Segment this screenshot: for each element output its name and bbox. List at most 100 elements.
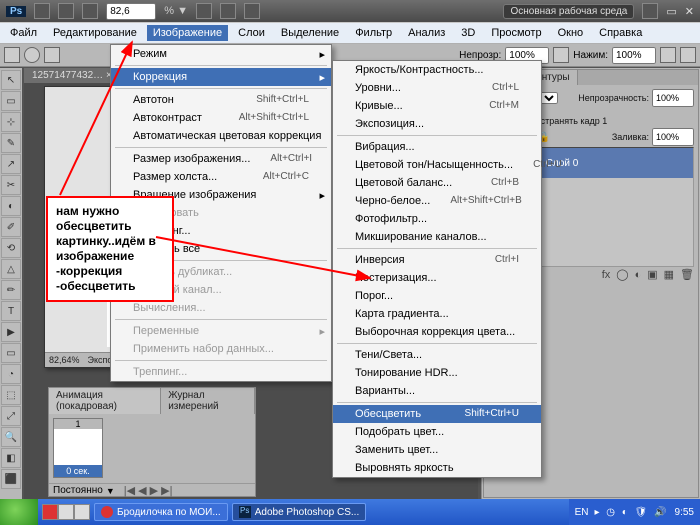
menuitem[interactable]: Размер холста...Alt+Ctrl+C <box>111 168 331 186</box>
airbrush-icon[interactable] <box>660 47 676 63</box>
menuitem[interactable]: АвтоконтрастAlt+Shift+Ctrl+L <box>111 109 331 127</box>
tab-animation[interactable]: Анимация (покадровая) <box>49 388 161 414</box>
tool-0[interactable]: ↖ <box>1 70 21 90</box>
menuitem[interactable]: Размер изображения...Alt+Ctrl+I <box>111 150 331 168</box>
menu-Файл[interactable]: Файл <box>4 25 43 41</box>
brush-preset-icon[interactable] <box>44 47 60 63</box>
tool-18[interactable]: ◧ <box>1 448 21 468</box>
menuitem[interactable]: Коррекция <box>111 68 331 86</box>
view-extras-icon[interactable] <box>82 3 98 19</box>
ql-1[interactable] <box>42 504 58 520</box>
close-icon[interactable]: ✕ <box>685 5 694 18</box>
workspace-pill[interactable]: Основная рабочая среда <box>503 4 634 19</box>
tool-5[interactable]: ✂ <box>1 175 21 195</box>
menu-Анализ[interactable]: Анализ <box>402 25 451 41</box>
tool-4[interactable]: ↗ <box>1 154 21 174</box>
fx-icon[interactable]: fx <box>602 269 611 281</box>
menuitem[interactable]: Экспозиция... <box>333 115 541 133</box>
menuitem[interactable]: АвтотонShift+Ctrl+L <box>111 91 331 109</box>
tool-preset-icon[interactable] <box>4 47 20 63</box>
menuitem[interactable]: Порог... <box>333 287 541 305</box>
tool-13[interactable]: ▭ <box>1 343 21 363</box>
menuitem[interactable]: Микширование каналов... <box>333 228 541 246</box>
tool-12[interactable]: ▶ <box>1 322 21 342</box>
menuitem[interactable]: Подобрать цвет... <box>333 423 541 441</box>
lang-icon[interactable]: EN <box>575 507 589 518</box>
menu-Справка[interactable]: Справка <box>593 25 648 41</box>
menu-Окно[interactable]: Окно <box>552 25 590 41</box>
playback-controls[interactable]: |◀ ◀ ▶ ▶| <box>124 484 173 497</box>
min-icon[interactable]: ▭ <box>666 5 676 18</box>
mask-icon[interactable]: ◯ <box>616 268 628 281</box>
menu-Редактирование[interactable]: Редактирование <box>47 25 143 41</box>
tool-9[interactable]: △ <box>1 259 21 279</box>
tool-19[interactable]: ⬛ <box>1 469 21 489</box>
new-layer-icon[interactable]: ▦ <box>664 268 674 281</box>
menuitem[interactable]: Кривые...Ctrl+M <box>333 97 541 115</box>
menuitem[interactable]: Черно-белое...Alt+Shift+Ctrl+B <box>333 192 541 210</box>
menuitem[interactable]: Уровни...Ctrl+L <box>333 79 541 97</box>
tool-7[interactable]: ✐ <box>1 217 21 237</box>
task-photoshop[interactable]: PsAdobe Photoshop CS... <box>232 503 367 521</box>
folder-icon[interactable]: ▣ <box>647 268 657 281</box>
start-button[interactable] <box>0 499 38 525</box>
menuitem[interactable]: Заменить цвет... <box>333 441 541 459</box>
menuitem[interactable]: Автоматическая цветовая коррекцияShift+C… <box>111 127 331 145</box>
brush-icon[interactable] <box>24 47 40 63</box>
menuitem[interactable]: Выровнять яркость <box>333 459 541 477</box>
tool-11[interactable]: T <box>1 301 21 321</box>
arrange-icon[interactable] <box>220 3 236 19</box>
menuitem[interactable]: Выборочная коррекция цвета... <box>333 323 541 341</box>
menuitem[interactable]: Яркость/Контрастность... <box>333 61 541 79</box>
menuitem[interactable]: Тонирование HDR... <box>333 364 541 382</box>
tool-14[interactable]: ◔ <box>1 364 21 384</box>
menuitem[interactable]: ОбесцветитьShift+Ctrl+U <box>333 405 541 423</box>
trash-icon[interactable]: 🗑 <box>680 268 694 281</box>
menuitem[interactable]: Тени/Света... <box>333 346 541 364</box>
zoom-level[interactable]: 82,64% <box>49 355 80 365</box>
tool-10[interactable]: ✏ <box>1 280 21 300</box>
tool-2[interactable]: ⊹ <box>1 112 21 132</box>
tool-17[interactable]: 🔍 <box>1 427 21 447</box>
menuitem[interactable]: Цветовой баланс...Ctrl+B <box>333 174 541 192</box>
pressure-size-icon[interactable] <box>680 47 696 63</box>
tool-3[interactable]: ✎ <box>1 133 21 153</box>
ql-3[interactable] <box>74 504 90 520</box>
screenmode-icon[interactable] <box>244 3 260 19</box>
menuitem[interactable]: Режим <box>111 45 331 63</box>
menu-Фильтр[interactable]: Фильтр <box>349 25 398 41</box>
menuitem[interactable]: Постеризация... <box>333 269 541 287</box>
task-opera[interactable]: Бродилочка по МОИ... <box>94 503 228 521</box>
loop-selector[interactable]: Постоянно <box>53 485 103 496</box>
mini-bridge-icon[interactable] <box>58 3 74 19</box>
pressure-opacity-icon[interactable] <box>553 47 569 63</box>
hand-icon[interactable] <box>196 3 212 19</box>
zoom-input[interactable] <box>106 3 156 20</box>
tab-measurement[interactable]: Журнал измерений <box>161 388 255 414</box>
fill-input[interactable] <box>652 128 694 146</box>
menuitem[interactable]: ИнверсияCtrl+I <box>333 251 541 269</box>
clock[interactable]: 9:55 <box>675 507 694 518</box>
tray-icons[interactable]: ▸ ◷ ◐ 🛡 🔊 <box>594 507 668 518</box>
menuitem[interactable]: Фотофильтр... <box>333 210 541 228</box>
adjust-icon[interactable]: ◐ <box>635 269 642 281</box>
system-tray[interactable]: EN ▸ ◷ ◐ 🛡 🔊 9:55 <box>569 499 700 525</box>
cs-live-icon[interactable] <box>642 3 658 19</box>
frame-1[interactable]: 1 0 сек. <box>53 418 103 478</box>
bridge-icon[interactable] <box>34 3 50 19</box>
flow-input[interactable] <box>612 47 656 64</box>
menu-Слои[interactable]: Слои <box>232 25 271 41</box>
tool-6[interactable]: ◐ <box>1 196 21 216</box>
frame-time[interactable]: 0 сек. <box>54 465 102 477</box>
menu-Просмотр[interactable]: Просмотр <box>485 25 547 41</box>
tool-15[interactable]: ⬚ <box>1 385 21 405</box>
menuitem[interactable]: Варианты... <box>333 382 541 400</box>
tool-16[interactable]: ⤢ <box>1 406 21 426</box>
menu-Изображение[interactable]: Изображение <box>147 25 228 41</box>
menuitem[interactable]: Карта градиента... <box>333 305 541 323</box>
layer-opacity-input[interactable] <box>652 89 694 107</box>
menu-3D[interactable]: 3D <box>455 25 481 41</box>
tool-8[interactable]: ⟲ <box>1 238 21 258</box>
ql-2[interactable] <box>58 504 74 520</box>
tool-1[interactable]: ▭ <box>1 91 21 111</box>
